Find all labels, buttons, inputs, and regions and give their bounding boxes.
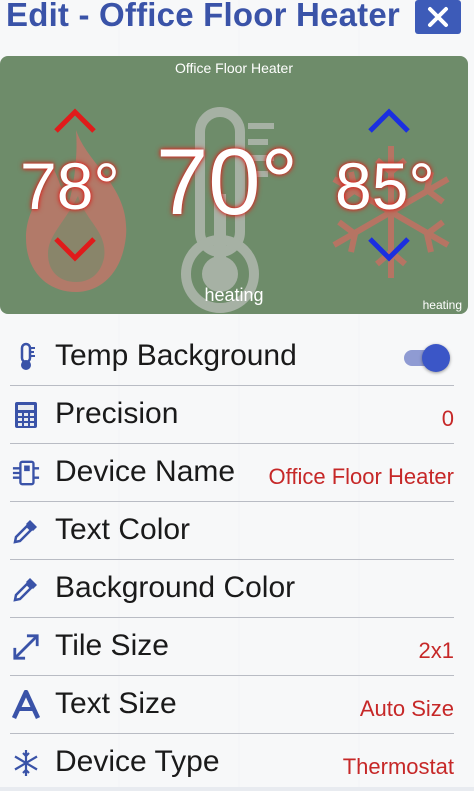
setting-label: Temp Background	[55, 339, 297, 372]
setting-value: Office Floor Heater	[268, 464, 454, 489]
setting-row-device-type[interactable]: Device Type Thermostat	[10, 734, 454, 791]
setting-value: Auto Size	[359, 696, 454, 721]
cool-up-arrow[interactable]	[366, 108, 412, 134]
tile-status: heating	[204, 285, 264, 305]
eyedropper-icon	[13, 578, 37, 602]
setting-value: 0	[441, 406, 454, 431]
thermostat-tile-preview: Office Floor Heater 78° 70° 85° heating	[0, 56, 468, 314]
cool-down-arrow[interactable]	[366, 236, 412, 262]
temp-background-toggle[interactable]	[402, 344, 450, 372]
heat-down-arrow[interactable]	[52, 236, 98, 262]
dialog-title: Edit - Office Floor Heater	[6, 0, 400, 33]
dialog-header: Edit - Office Floor Heater	[0, 0, 474, 40]
heat-up-arrow[interactable]	[52, 108, 98, 134]
setting-label: Device Name	[55, 455, 236, 488]
setting-label: Background Color	[55, 571, 296, 604]
setting-value: Thermostat	[342, 754, 454, 779]
setting-row-device-name[interactable]: Device Name Office Floor Heater	[10, 444, 454, 502]
calculator-icon	[15, 402, 37, 428]
setting-row-precision[interactable]: Precision 0	[10, 386, 454, 444]
setting-label: Device Type	[55, 745, 220, 778]
snowflake-icon	[14, 750, 38, 776]
setting-row-temp-background[interactable]: Temp Background	[10, 328, 454, 386]
resize-arrows-icon	[13, 634, 39, 660]
cool-setpoint: 85°	[335, 149, 435, 223]
thermometer-icon	[20, 342, 35, 370]
setting-row-background-color[interactable]: Background Color	[10, 560, 454, 618]
device-icon	[12, 460, 40, 486]
setting-row-tile-size[interactable]: Tile Size 2x1	[10, 618, 454, 676]
setting-label: Precision	[55, 397, 179, 430]
close-icon	[428, 7, 448, 27]
close-button[interactable]	[415, 0, 461, 34]
setting-value: 2x1	[418, 638, 454, 663]
eyedropper-icon	[13, 520, 37, 544]
tile-device-name: Office Floor Heater	[174, 60, 293, 76]
tile-status-corner: heating	[422, 298, 462, 312]
setting-row-text-color[interactable]: Text Color	[10, 502, 454, 560]
setting-label: Text Color	[55, 513, 191, 546]
setting-label: Text Size	[55, 687, 177, 720]
current-temperature: 70°	[156, 129, 299, 234]
setting-row-text-size[interactable]: Text Size Auto Size	[10, 676, 454, 734]
heat-setpoint: 78°	[20, 149, 120, 223]
text-size-icon	[12, 690, 40, 719]
setting-label: Tile Size	[55, 629, 169, 662]
